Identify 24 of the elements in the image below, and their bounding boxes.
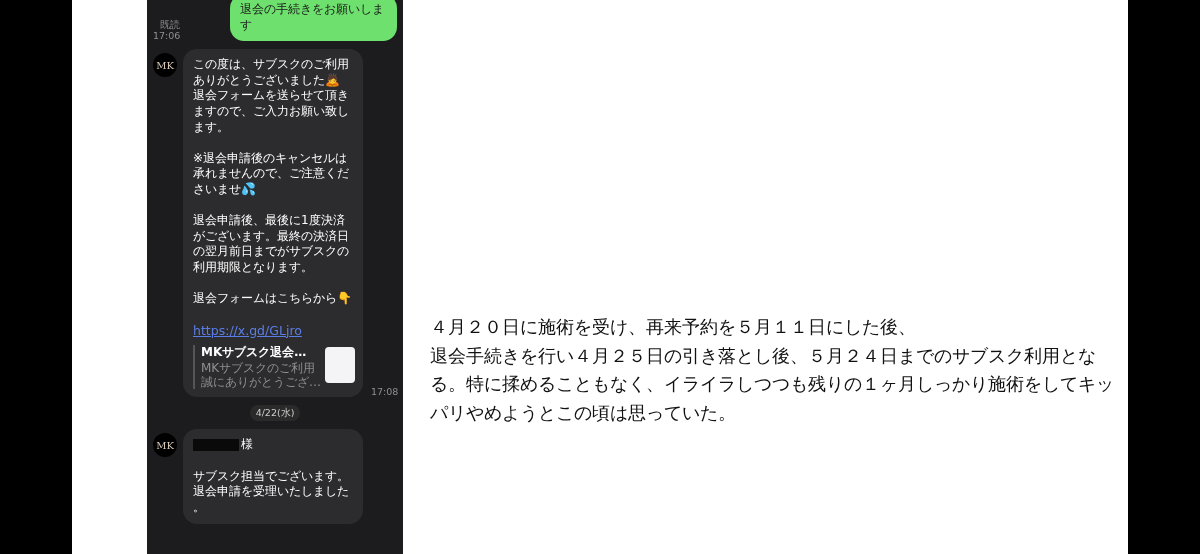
preview-description: 誠にありがとうござ… — [201, 374, 321, 389]
message-text: サブスク担当でございます。退会申請を受理いたしました。 — [193, 468, 350, 516]
message-text: 退会の手続きをお願いします — [240, 2, 385, 34]
name-suffix: 様 — [241, 437, 253, 452]
message-text: 退会フォームはこちらから👇 — [193, 291, 353, 307]
thumbnail-placeholder — [325, 347, 355, 384]
link[interactable]: https://x.gd/GLjro — [193, 322, 302, 338]
article-line: 退会手続きを行い４月２５日の引き落とし後、５月２４日までのサブスク利用とな — [430, 344, 1097, 368]
message-time: 17:08 — [371, 385, 399, 397]
avatar-logo: MK — [153, 433, 177, 458]
message-text: 退会フォームを送らせて頂きますので、ご入力お願い致します。 — [193, 88, 350, 136]
preview-title: MKサブスク退会… — [201, 345, 308, 361]
article-line: ４月２０日に施術を受け、再来予約を５月１１日にした後、 — [430, 316, 917, 339]
avatar-logo: MK — [153, 53, 177, 78]
read-label: 既読 — [159, 19, 181, 31]
link-preview[interactable]: MKサブスク退会… MKサブスクのご利用 誠にありがとうござ… — [193, 345, 353, 389]
preview-description: MKサブスクのご利用 — [201, 360, 317, 375]
article-line: る。特に揉めることもなく、イライラしつつも残りの１ヶ月しっかり施術をしてキッ — [430, 373, 1114, 396]
message-text: この度は、サブスクのご利用ありがとうございました🙇 — [193, 57, 350, 89]
message-text: ※退会申請後のキャンセルは承れませんので、ご注意くださいませ💦 — [193, 150, 350, 198]
message-time: 17:06 — [153, 30, 181, 42]
date-label: 4/22(水) — [249, 404, 301, 422]
message-text: 退会申請後、最後に1度決済がございます。最終の決済日の翌月前日までがサブスクの利用期限となります。 — [193, 213, 350, 276]
article-line: パリやめようとこの頃は思っていた。 — [430, 401, 737, 425]
